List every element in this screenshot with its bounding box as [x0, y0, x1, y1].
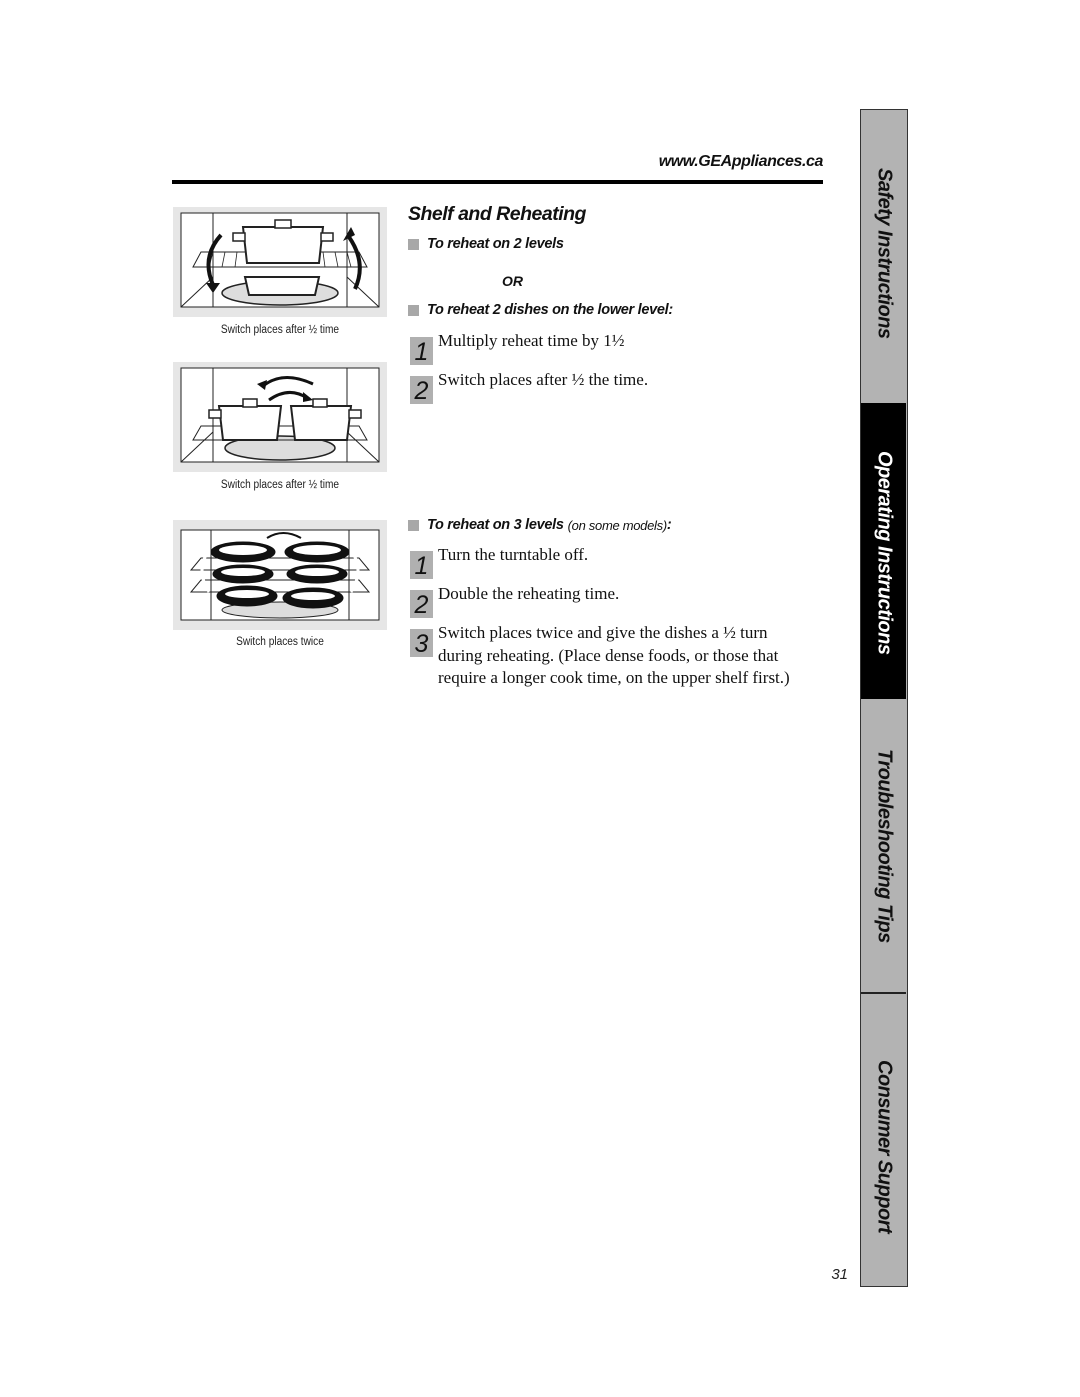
step-number: 1: [410, 551, 433, 580]
step-number: 2: [410, 590, 433, 619]
step-text: Switch places twice and give the dishes …: [438, 623, 790, 687]
section-title: Shelf and Reheating: [408, 203, 586, 225]
figure-two-levels: [173, 207, 387, 317]
tab-safety-instructions[interactable]: Safety Instructions: [861, 110, 906, 403]
tab-troubleshooting-tips[interactable]: Troubleshooting Tips: [861, 699, 906, 992]
subhead-reheat-3-levels: To reheat on 3 levels (on some models) :: [408, 517, 672, 533]
site-url: www.GEAppliances.ca: [658, 153, 824, 170]
page-number: 31: [831, 1266, 848, 1283]
step-number: 3: [410, 629, 433, 658]
subhead-label: To reheat on 3 levels: [427, 517, 564, 533]
three-level-shelf-switch-icon: [180, 529, 380, 621]
square-bullet-icon: [408, 238, 419, 250]
step-text: Double the reheating time.: [438, 584, 620, 603]
figure-lower-level: [173, 362, 387, 472]
tab-operating-instructions[interactable]: Operating Instructions: [861, 403, 906, 699]
step-number: 1: [410, 337, 433, 366]
subhead-reheat-lower-level: To reheat 2 dishes on the lower level:: [408, 302, 673, 318]
tab-consumer-support[interactable]: Consumer Support: [861, 992, 906, 1285]
figure-caption: Switch places twice: [236, 636, 324, 648]
header-rule: [172, 180, 823, 184]
subhead-label: To reheat on 2 levels: [427, 236, 564, 252]
subhead-note: (on some models): [567, 517, 668, 533]
subhead-colon: :: [666, 517, 672, 533]
square-bullet-icon: [408, 304, 419, 316]
subhead-label: To reheat 2 dishes on the lower level:: [427, 302, 673, 318]
figure-three-levels: [173, 520, 387, 630]
two-level-shelf-switch-icon: [180, 212, 380, 308]
step-text: Multiply reheat time by 1½: [438, 331, 625, 350]
step-text: Turn the turntable off.: [438, 545, 589, 564]
tab-label: Consumer Support: [873, 1060, 895, 1234]
step-text: Switch places after ½ the time.: [438, 370, 649, 389]
figure-caption: Switch places after ½ time: [220, 324, 340, 336]
figure-caption: Switch places after ½ time: [220, 479, 340, 491]
tab-label: Operating Instructions: [873, 451, 895, 655]
two-dishes-lower-level-switch-icon: [180, 367, 380, 463]
subhead-reheat-2-levels: To reheat on 2 levels: [408, 236, 564, 252]
tab-label: Troubleshooting Tips: [873, 749, 895, 943]
square-bullet-icon: [408, 519, 419, 531]
tab-label: Safety Instructions: [873, 168, 895, 339]
step-number: 2: [410, 376, 433, 405]
side-tab-strip: Safety Instructions Operating Instructio…: [860, 109, 908, 1287]
or-label: OR: [502, 273, 523, 289]
